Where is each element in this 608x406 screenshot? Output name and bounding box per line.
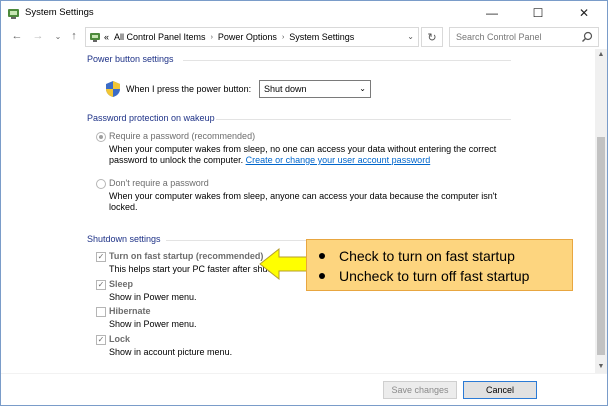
scroll-down-icon[interactable]: ▼ — [595, 361, 607, 373]
power-button-value: Shut down — [264, 84, 307, 94]
close-button[interactable]: ✕ — [561, 1, 607, 25]
bullet-icon — [319, 253, 325, 259]
settings-content: Power button settings When I press the p… — [1, 49, 595, 373]
divider — [216, 119, 511, 120]
lock-checkbox[interactable]: ✓ — [96, 335, 106, 345]
change-password-link[interactable]: Create or change your user account passw… — [246, 155, 431, 165]
shutdown-heading: Shutdown settings — [87, 234, 161, 244]
title-bar: System Settings — ☐ ✕ — [1, 1, 607, 25]
chevron-right-icon[interactable]: › — [211, 34, 213, 41]
breadcrumb-item[interactable]: All Control Panel Items — [114, 32, 206, 42]
dont-require-password-label[interactable]: Don't require a password — [109, 178, 209, 188]
address-bar[interactable]: « All Control Panel Items › Power Option… — [85, 27, 419, 47]
sleep-label[interactable]: Sleep — [109, 279, 133, 289]
scroll-up-icon[interactable]: ▲ — [595, 49, 607, 61]
hibernate-label[interactable]: Hibernate — [109, 306, 151, 316]
scrollbar-thumb[interactable] — [597, 137, 605, 355]
lock-label[interactable]: Lock — [109, 334, 130, 344]
refresh-icon: ↻ — [427, 31, 437, 44]
require-password-desc-2: password to unlock the computer. Create … — [109, 155, 430, 165]
control-panel-icon — [8, 9, 19, 19]
maximize-button[interactable]: ☐ — [515, 1, 561, 25]
fast-startup-desc: This helps start your PC faster after sh… — [109, 264, 271, 274]
require-password-desc: When your computer wakes from sleep, no … — [109, 144, 497, 154]
window-title: System Settings — [25, 7, 94, 18]
uac-shield-icon — [106, 81, 120, 97]
chevron-right-icon[interactable]: › — [282, 34, 284, 41]
sleep-checkbox[interactable]: ✓ — [96, 280, 106, 290]
bullet-icon — [319, 273, 325, 279]
footer: Save changes Cancel — [1, 373, 607, 405]
callout-text: Uncheck to turn off fast startup — [339, 268, 530, 284]
chevron-down-icon: ⌄ — [359, 84, 366, 93]
annotation-callout: Check to turn on fast startup Uncheck to… — [306, 239, 573, 291]
up-button[interactable]: ↑ — [67, 30, 81, 42]
divider — [183, 60, 511, 61]
breadcrumb-overflow[interactable]: « — [104, 32, 109, 42]
vertical-scrollbar[interactable]: ▲ ▼ — [595, 49, 607, 373]
power-button-select[interactable]: Shut down ⌄ — [259, 80, 371, 98]
navigation-bar: ← → ⌄ ↑ « All Control Panel Items › Powe… — [1, 25, 607, 49]
callout-line: Check to turn on fast startup — [317, 246, 572, 266]
hibernate-desc: Show in Power menu. — [109, 319, 197, 329]
save-changes-button[interactable]: Save changes — [383, 381, 457, 399]
hibernate-checkbox[interactable] — [96, 307, 106, 317]
sleep-desc: Show in Power menu. — [109, 292, 197, 302]
breadcrumb-item[interactable]: Power Options — [218, 32, 277, 42]
dont-require-password-desc-2: locked. — [109, 202, 138, 212]
breadcrumb-item[interactable]: System Settings — [289, 32, 354, 42]
require-password-label[interactable]: Require a password (recommended) — [109, 131, 255, 141]
require-password-radio[interactable] — [96, 132, 106, 142]
lock-desc: Show in account picture menu. — [109, 347, 233, 357]
control-panel-icon — [90, 33, 100, 42]
power-button-heading: Power button settings — [87, 54, 174, 64]
chevron-down-icon[interactable]: ⌄ — [407, 32, 414, 41]
recent-locations-button[interactable]: ⌄ — [51, 32, 65, 41]
password-heading: Password protection on wakeup — [87, 113, 215, 123]
dont-require-password-radio[interactable] — [96, 179, 106, 189]
cancel-button[interactable]: Cancel — [463, 381, 537, 399]
dont-require-password-desc: When your computer wakes from sleep, any… — [109, 191, 497, 201]
minimize-button[interactable]: — — [469, 1, 515, 25]
system-settings-window: System Settings — ☐ ✕ ← → ⌄ ↑ « All Cont… — [0, 0, 608, 406]
refresh-button[interactable]: ↻ — [421, 27, 443, 47]
callout-line: Uncheck to turn off fast startup — [317, 266, 572, 286]
search-icon — [582, 31, 593, 42]
breadcrumb: « All Control Panel Items › Power Option… — [104, 32, 354, 42]
forward-button[interactable]: → — [31, 30, 45, 42]
back-button[interactable]: ← — [10, 30, 24, 42]
power-button-label: When I press the power button: — [126, 84, 252, 94]
callout-arrow-icon — [259, 247, 309, 281]
search-placeholder: Search Control Panel — [456, 32, 542, 42]
fast-startup-label[interactable]: Turn on fast startup (recommended) — [109, 251, 263, 261]
search-input[interactable]: Search Control Panel — [449, 27, 599, 47]
require-password-desc-prefix: password to unlock the computer. — [109, 155, 244, 165]
callout-text: Check to turn on fast startup — [339, 248, 515, 264]
fast-startup-checkbox[interactable]: ✓ — [96, 252, 106, 262]
